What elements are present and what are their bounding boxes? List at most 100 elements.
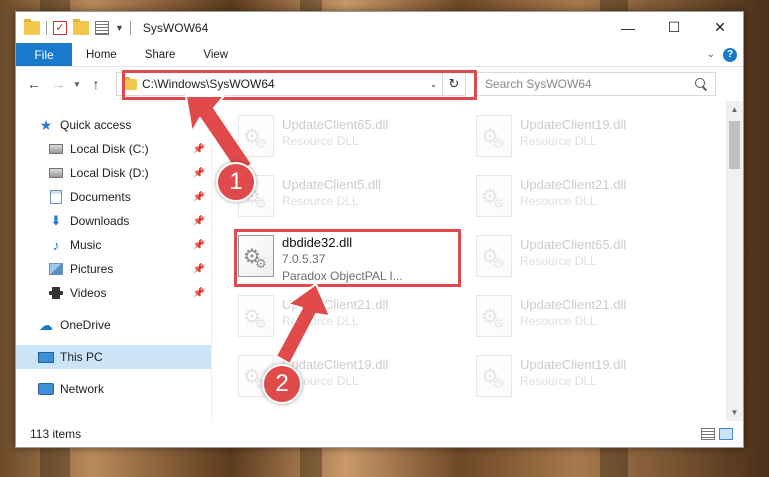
file-description: Resource DLL [520, 254, 597, 268]
sidebar-item-label: Pictures [70, 262, 114, 276]
pin-icon[interactable]: 📌 [193, 240, 205, 251]
sidebar-item-pictures[interactable]: Pictures 📌 [16, 257, 211, 281]
network-icon [38, 382, 54, 396]
properties-icon[interactable] [95, 20, 109, 35]
customize-toolbar-chevron-icon[interactable]: ▼ [115, 23, 124, 33]
cloud-icon: ☁ [39, 316, 53, 333]
file-name: UpdateClient21.dll [282, 297, 389, 312]
sidebar-item-local-disk-d[interactable]: Local Disk (D:) 📌 [16, 161, 211, 185]
dll-file-icon [476, 175, 512, 217]
sidebar-item-label: This PC [60, 350, 103, 364]
file-name: UpdateClient21.dll [520, 297, 627, 312]
scroll-down-icon[interactable]: ▼ [726, 404, 743, 421]
ribbon-right: ⌄ ? [707, 43, 743, 66]
sidebar-item-label: OneDrive [60, 318, 111, 332]
dll-file-icon [238, 115, 274, 157]
ribbon-tabs: File Home Share View ⌄ ? [16, 43, 743, 67]
videos-icon [48, 286, 64, 300]
separator [46, 20, 47, 35]
scrollbar-thumb[interactable] [729, 121, 740, 169]
dll-file-icon [476, 355, 512, 397]
pin-icon[interactable]: 📌 [193, 168, 205, 179]
vertical-scrollbar[interactable]: ▲ ▼ [726, 101, 743, 421]
pin-icon[interactable]: 📌 [193, 192, 205, 203]
dll-file-icon [476, 295, 512, 337]
new-folder-icon[interactable] [73, 18, 89, 35]
up-button[interactable]: ↑ [84, 72, 108, 96]
sidebar-item-quick-access[interactable]: ★ Quick access [16, 113, 211, 137]
file-item[interactable]: UpdateClient65.dll Resource DLL [232, 111, 454, 163]
sidebar-item-videos[interactable]: Videos 📌 [16, 281, 211, 305]
file-description: Resource DLL [520, 314, 597, 328]
recent-locations-chevron-icon[interactable]: ▼ [70, 80, 84, 89]
details-view-icon[interactable] [701, 428, 715, 440]
tab-home[interactable]: Home [72, 43, 131, 66]
sidebar-item-label: Network [60, 382, 105, 396]
search-input[interactable]: Search SysWOW64 [476, 72, 716, 96]
file-item[interactable]: UpdateClient5.dll Resource DLL [232, 171, 454, 223]
sidebar-item-downloads[interactable]: ⬇ Downloads 📌 [16, 209, 211, 233]
file-description: Resource DLL [520, 194, 597, 208]
folder-icon [24, 18, 40, 35]
file-name: UpdateClient21.dll [520, 177, 627, 192]
sidebar-item-label: Quick access [60, 118, 132, 132]
file-name: UpdateClient65.dll [282, 117, 389, 132]
view-buttons [701, 428, 743, 440]
help-icon[interactable]: ? [723, 47, 737, 62]
file-name: UpdateClient19.dll [520, 357, 627, 372]
item-count: 113 items [30, 427, 82, 441]
separator [129, 20, 131, 35]
window-title: SysWOW64 [142, 20, 209, 35]
back-button[interactable]: ← [22, 72, 46, 96]
file-description: Resource DLL [282, 134, 359, 148]
sidebar-item-music[interactable]: ♪ Music 📌 [16, 233, 211, 257]
tab-file[interactable]: File [16, 43, 72, 66]
tab-view[interactable]: View [189, 43, 242, 66]
minimize-button[interactable]: — [605, 12, 651, 43]
sidebar-item-network[interactable]: Network [16, 377, 211, 401]
pin-icon[interactable]: 📌 [193, 216, 205, 227]
sidebar-item-label: Local Disk (D:) [70, 166, 149, 180]
status-bar: 113 items [16, 421, 743, 447]
sidebar-item-label: Music [70, 238, 102, 252]
search-placeholder: Search SysWOW64 [485, 77, 592, 91]
pictures-icon [48, 262, 64, 276]
disk-icon [48, 142, 64, 156]
file-item[interactable]: UpdateClient19.dll Resource DLL [470, 111, 692, 163]
scroll-up-icon[interactable]: ▲ [726, 101, 743, 118]
sidebar-item-label: Local Disk (C:) [70, 142, 149, 156]
sidebar-item-label: Videos [70, 286, 107, 300]
dll-file-icon [476, 115, 512, 157]
file-name: UpdateClient65.dll [520, 237, 627, 252]
tab-share[interactable]: Share [131, 43, 190, 66]
file-description: Resource DLL [282, 194, 359, 208]
file-item[interactable]: UpdateClient21.dll Resource DLL [470, 291, 692, 343]
close-button[interactable]: ✕ [697, 12, 743, 43]
file-item[interactable]: UpdateClient65.dll Resource DLL [470, 231, 692, 283]
sidebar-item-this-pc[interactable]: This PC [16, 345, 211, 369]
sidebar-item-documents[interactable]: Documents 📌 [16, 185, 211, 209]
properties-check-icon[interactable]: ✓ [53, 20, 67, 35]
file-description: Resource DLL [282, 314, 359, 328]
file-item[interactable]: UpdateClient21.dll Resource DLL [232, 291, 454, 343]
pin-icon[interactable]: 📌 [193, 288, 205, 299]
dll-file-icon [238, 295, 274, 337]
sidebar-item-onedrive[interactable]: ☁ OneDrive [16, 313, 211, 337]
file-name: UpdateClient19.dll [282, 357, 389, 372]
expand-ribbon-chevron-icon[interactable]: ⌄ [707, 49, 715, 60]
sidebar-item-local-disk-c[interactable]: Local Disk (C:) 📌 [16, 137, 211, 161]
large-icons-view-icon[interactable] [719, 428, 733, 440]
pin-icon[interactable]: 📌 [193, 264, 205, 275]
step-1-badge: 1 [216, 162, 256, 202]
documents-icon [48, 190, 64, 204]
file-highlight-box [234, 229, 461, 287]
forward-button[interactable]: → [46, 72, 70, 96]
pin-icon[interactable]: 📌 [193, 144, 205, 155]
maximize-button[interactable]: ☐ [651, 12, 697, 43]
search-icon[interactable] [695, 78, 707, 90]
file-item[interactable]: UpdateClient21.dll Resource DLL [470, 171, 692, 223]
disk-icon [48, 166, 64, 180]
file-name: UpdateClient5.dll [282, 177, 382, 192]
music-icon: ♪ [52, 237, 60, 253]
file-item[interactable]: UpdateClient19.dll Resource DLL [470, 351, 692, 403]
